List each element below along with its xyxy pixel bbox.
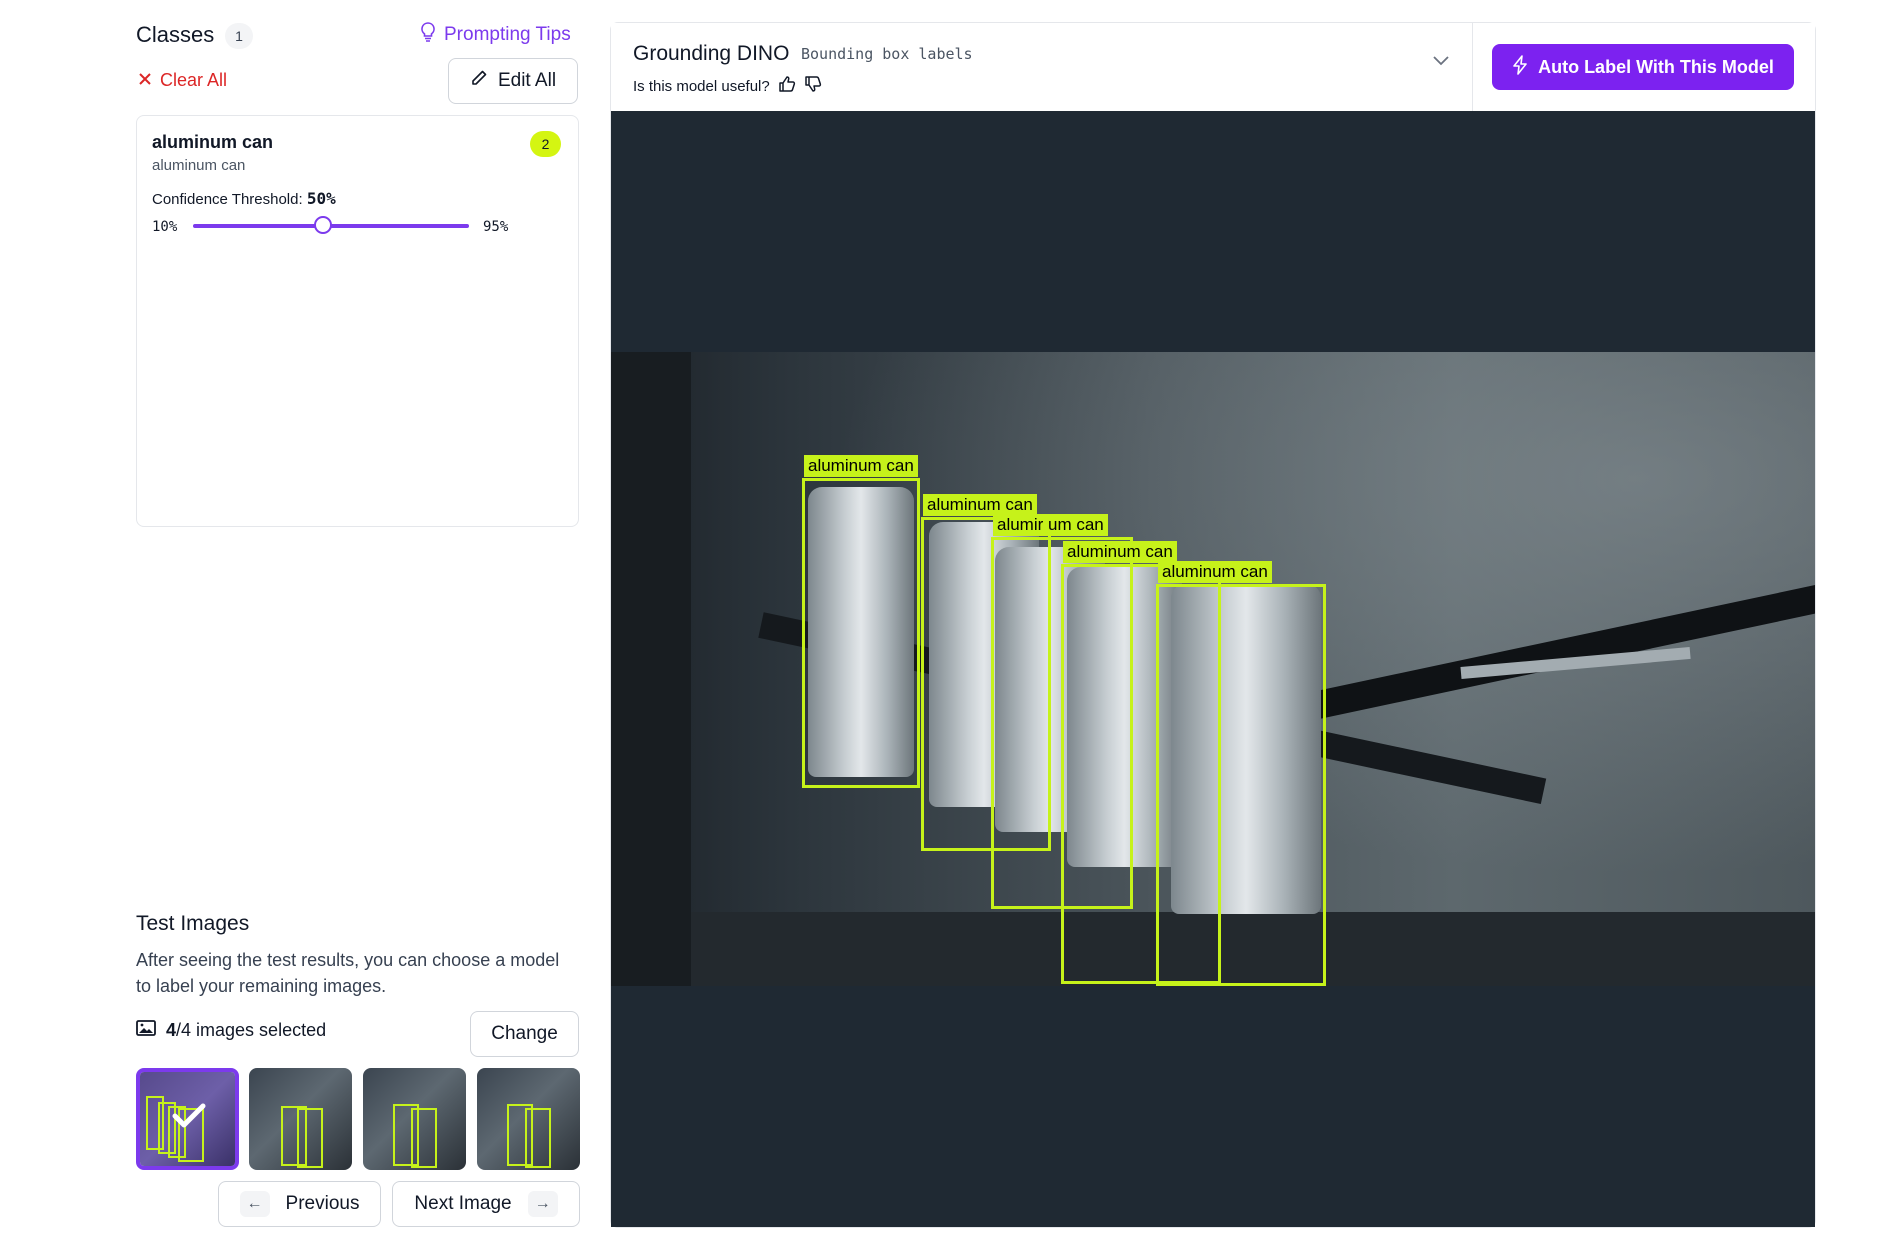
edit-all-button[interactable]: Edit All xyxy=(448,58,578,104)
selected-total: /4 images selected xyxy=(176,1020,327,1040)
pencil-icon xyxy=(470,69,488,93)
previous-label: Previous xyxy=(285,1193,360,1214)
model-type: Bounding box labels xyxy=(801,45,973,63)
detection-label: alumir um can xyxy=(993,514,1108,536)
detection-label: aluminum can xyxy=(804,455,918,477)
clear-all-label: Clear All xyxy=(160,70,228,90)
prompting-tips-label: Prompting Tips xyxy=(444,24,571,45)
class-description: aluminum can xyxy=(152,157,246,174)
slider-max-label: 95% xyxy=(483,219,509,235)
useful-question: Is this model useful? xyxy=(633,77,770,95)
change-images-button[interactable]: Change xyxy=(470,1011,579,1057)
close-icon xyxy=(138,70,152,91)
test-image-thumbnail-3[interactable] xyxy=(363,1068,466,1170)
test-images-description: After seeing the test results, you can c… xyxy=(136,950,560,996)
model-feedback: Is this model useful? xyxy=(633,75,822,97)
slider-min-label: 10% xyxy=(152,219,178,235)
prompting-tips-link[interactable]: Prompting Tips xyxy=(420,22,571,48)
class-count-badge: 2 xyxy=(530,131,561,157)
clear-all-button[interactable]: Clear All xyxy=(138,70,227,91)
detection-box xyxy=(1156,584,1326,986)
image-icon xyxy=(136,1020,156,1041)
auto-label-text: Auto Label With This Model xyxy=(1538,56,1774,77)
preview-image: aluminum can aluminum can alumir um can … xyxy=(611,352,1815,986)
confidence-threshold: Confidence Threshold: 50% xyxy=(152,189,336,208)
detection-label: aluminum can xyxy=(923,494,1037,516)
next-label: Next Image xyxy=(414,1193,512,1214)
chevron-down-icon[interactable] xyxy=(1432,54,1450,72)
classes-count-badge: 1 xyxy=(225,23,253,49)
confidence-value: 50% xyxy=(306,189,336,208)
classes-title: Classes xyxy=(136,22,215,47)
selected-count: 4 xyxy=(166,1020,177,1040)
edit-all-label: Edit All xyxy=(497,70,557,91)
test-image-thumbnail-4[interactable] xyxy=(477,1068,580,1170)
confidence-label: Confidence Threshold: xyxy=(152,191,303,208)
detection-label: aluminum can xyxy=(1063,541,1177,563)
thumbs-up-icon[interactable] xyxy=(778,75,796,97)
test-image-thumbnail-1[interactable] xyxy=(136,1068,239,1170)
class-card xyxy=(136,115,579,527)
test-images-title: Test Images xyxy=(136,912,250,935)
detection-label: aluminum can xyxy=(1158,561,1272,583)
check-icon xyxy=(172,1102,206,1135)
lightning-icon xyxy=(1512,54,1528,80)
detection-box xyxy=(802,478,920,788)
arrow-left-icon: ← xyxy=(239,1191,270,1217)
test-image-thumbnail-2[interactable] xyxy=(249,1068,352,1170)
previous-image-button[interactable]: ← Previous xyxy=(218,1181,381,1227)
class-name: aluminum can xyxy=(152,132,274,152)
images-selected-status: 4/4 images selected xyxy=(136,1020,326,1041)
arrow-right-icon: → xyxy=(527,1191,558,1217)
confidence-slider-thumb[interactable] xyxy=(313,216,332,234)
model-name: Grounding DINO xyxy=(633,42,790,65)
header-divider xyxy=(1472,23,1473,111)
thumbs-down-icon[interactable] xyxy=(804,75,822,97)
next-image-button[interactable]: Next Image → xyxy=(392,1181,580,1227)
auto-label-button[interactable]: Auto Label With This Model xyxy=(1492,44,1794,90)
bulb-icon xyxy=(420,22,436,48)
